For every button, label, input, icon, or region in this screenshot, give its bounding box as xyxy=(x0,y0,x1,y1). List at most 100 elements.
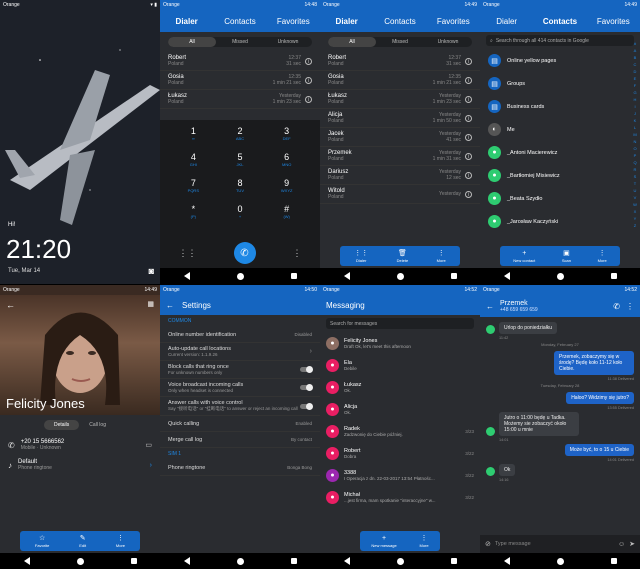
settings-row[interactable]: Block calls that ring once For unknown nu… xyxy=(160,361,320,379)
tab-favorites[interactable]: Favorites xyxy=(267,17,320,26)
contact-row[interactable]: ◐ Me xyxy=(480,118,640,141)
tab-dialer[interactable]: Dialer xyxy=(320,17,373,26)
keypad-key[interactable]: 9 WXYZ xyxy=(263,178,310,200)
recent-apps-icon[interactable] xyxy=(290,558,297,564)
alphabet-letter[interactable]: E xyxy=(632,75,638,82)
camera-icon[interactable]: ◙ xyxy=(149,266,154,276)
alphabet-letter[interactable]: H xyxy=(632,96,638,103)
filter-missed[interactable]: Missed xyxy=(216,37,264,47)
back-icon[interactable] xyxy=(343,557,350,565)
alphabet-letter[interactable]: W xyxy=(632,201,638,208)
back-arrow-icon[interactable]: ← xyxy=(166,301,174,310)
recent-apps-icon[interactable] xyxy=(290,273,297,279)
outgoing-bubble[interactable]: Przemek, zobaczymy się w środę? Będę koł… xyxy=(554,351,634,375)
back-icon[interactable] xyxy=(503,272,510,280)
recent-apps-icon[interactable] xyxy=(610,558,617,564)
toggle-switch[interactable] xyxy=(300,384,313,391)
call-button[interactable]: ✆ xyxy=(233,242,256,264)
alphabet-letter[interactable]: O xyxy=(632,145,638,152)
phone-row[interactable]: ✆ +20 15 5666562 Mobile · Unknown ▭ xyxy=(0,435,160,455)
ringtone-row[interactable]: ♪ Default Phone ringtone › xyxy=(0,455,160,475)
alphabet-letter[interactable]: T xyxy=(632,180,638,187)
back-arrow-icon[interactable]: ← xyxy=(486,302,494,311)
edit-button[interactable]: ✎ Edit xyxy=(79,535,86,548)
qr-code-icon[interactable]: ▦ xyxy=(147,300,154,308)
keypad-key[interactable]: 5 JKL xyxy=(217,152,264,174)
alphabet-letter[interactable]: G xyxy=(632,89,638,96)
message-thread-row[interactable]: ● Felicity Jones Draft Ok, let's meet this… xyxy=(320,332,480,354)
tab-call-log[interactable]: Call log xyxy=(79,420,116,430)
alphabet-letter[interactable]: Z xyxy=(632,222,638,229)
favorite-button[interactable]: ☆ Favorite xyxy=(35,535,49,548)
keypad-key[interactable]: * (P) xyxy=(170,204,217,226)
keypad-key[interactable]: 7 PQRS xyxy=(170,178,217,200)
home-icon[interactable] xyxy=(236,557,244,565)
back-icon[interactable] xyxy=(503,557,510,565)
alphabet-letter[interactable]: N xyxy=(632,138,638,145)
keypad-key[interactable]: 0 + xyxy=(217,204,264,226)
call-row[interactable]: Jacek Poland Yesterday 41 sec i xyxy=(320,128,480,147)
keypad-key[interactable]: 4 GHI xyxy=(170,152,217,174)
home-icon[interactable] xyxy=(236,272,244,280)
contact-row[interactable]: ● _Antoni Macierewicz xyxy=(480,141,640,164)
back-icon[interactable] xyxy=(23,557,30,565)
alphabet-letter[interactable]: Y xyxy=(632,215,638,222)
alphabet-letter[interactable]: F xyxy=(632,82,638,89)
tab-dialer[interactable]: Dialer xyxy=(480,17,533,26)
contact-row[interactable]: ▤ Online yellow pages xyxy=(480,49,640,72)
call-row[interactable]: Gosia Poland 12:35 1 min 21 sec i xyxy=(320,71,480,90)
filter-unknown[interactable]: Unknown xyxy=(264,37,312,47)
tab-dialer[interactable]: Dialer xyxy=(160,17,213,26)
contact-row[interactable]: ● _Bartłomiej Misiewicz xyxy=(480,164,640,187)
alphabet-letter[interactable]: L xyxy=(632,124,638,131)
info-icon[interactable]: i xyxy=(465,95,472,103)
info-icon[interactable]: i xyxy=(465,114,472,122)
back-arrow-icon[interactable]: ← xyxy=(6,300,15,310)
keypad-key[interactable]: 3 DEF xyxy=(263,126,310,148)
settings-row[interactable]: Voice broadcast incoming calls Only when … xyxy=(160,379,320,397)
alphabet-letter[interactable]: B xyxy=(632,54,638,61)
more-button[interactable]: ⋮ More xyxy=(598,250,607,263)
info-icon[interactable]: i xyxy=(465,57,472,65)
emoji-icon[interactable]: ☺ xyxy=(618,541,625,548)
paperclip-icon[interactable]: ⊘ xyxy=(485,540,491,548)
outgoing-bubble[interactable]: Hałoo? Widzimy się jutro? xyxy=(566,392,634,404)
more-button[interactable]: ⋮ More xyxy=(116,535,125,548)
new-message-button[interactable]: + New message xyxy=(371,535,396,548)
tab-favorites[interactable]: Favorites xyxy=(587,17,640,26)
info-icon[interactable]: i xyxy=(465,190,472,198)
message-thread-row[interactable]: ● Robert Dobra 3/22 xyxy=(320,442,480,464)
contact-row[interactable]: ● _Jarosław Kaczyński xyxy=(480,210,640,233)
contact-row[interactable]: ● _Beata Szydło xyxy=(480,187,640,210)
alphabet-letter[interactable]: I xyxy=(632,103,638,110)
call-row[interactable]: Gosia Poland 12:35 1 min 21 sec i xyxy=(160,71,320,90)
filter-unknown[interactable]: Unknown xyxy=(424,37,472,47)
recent-apps-icon[interactable] xyxy=(610,273,617,279)
alphabet-letter[interactable]: P xyxy=(632,152,638,159)
settings-row[interactable]: Answer calls with voice control Say "接听电话… xyxy=(160,397,320,416)
delete-button[interactable]: 🗑 Delete xyxy=(397,250,409,263)
keypad-key[interactable]: 8 TUV xyxy=(217,178,264,200)
alphabet-letter[interactable]: X xyxy=(632,208,638,215)
home-icon[interactable] xyxy=(76,557,84,565)
filter-all[interactable]: All xyxy=(328,37,376,47)
alphabet-letter[interactable]: V xyxy=(632,194,638,201)
alphabet-letter[interactable]: C xyxy=(632,61,638,68)
toggle-switch[interactable] xyxy=(300,402,313,410)
home-icon[interactable] xyxy=(396,557,404,565)
toggle-switch[interactable] xyxy=(300,366,313,373)
info-icon[interactable]: i xyxy=(465,76,472,84)
incoming-bubble[interactable]: Ok xyxy=(499,464,516,476)
contact-row[interactable]: ▤ Groups xyxy=(480,72,640,95)
keypad-key[interactable]: 1 ∞ xyxy=(170,126,217,148)
send-icon[interactable]: ➤ xyxy=(629,540,635,548)
contacts-search[interactable]: ⌕ Search through all 414 contacts in Goog… xyxy=(486,35,634,46)
alphabet-letter[interactable]: Q xyxy=(632,159,638,166)
call-row[interactable]: Alicja Poland Yesterday 1 min 50 sec i xyxy=(320,109,480,128)
settings-row[interactable]: Merge call log By contact xyxy=(160,432,320,448)
alphabet-letter[interactable]: U xyxy=(632,187,638,194)
info-icon[interactable]: i xyxy=(465,152,472,160)
home-icon[interactable] xyxy=(556,272,564,280)
alphabet-letter[interactable]: R xyxy=(632,166,638,173)
alphabet-letter[interactable]: M xyxy=(632,131,638,138)
